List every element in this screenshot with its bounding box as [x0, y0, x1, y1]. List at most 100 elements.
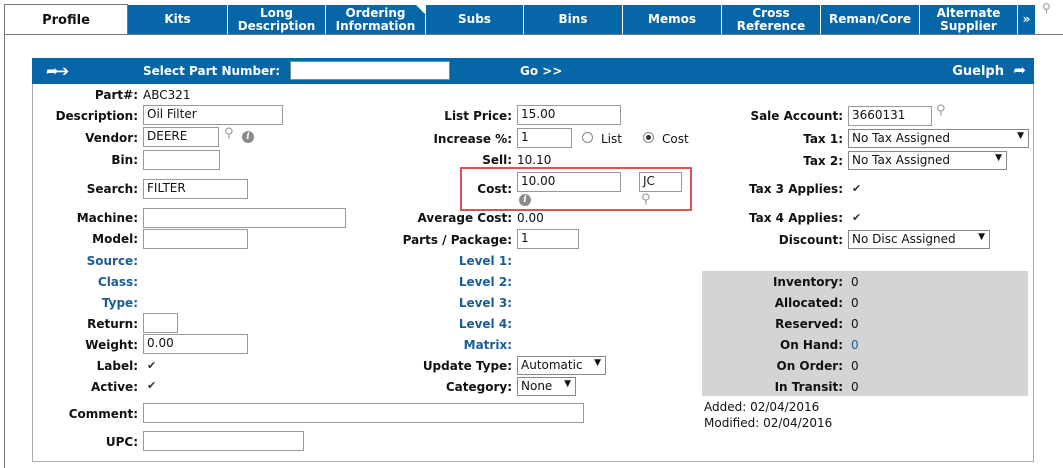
tax-2-select[interactable]: No Tax Assigned ▼ [848, 151, 1007, 170]
tax-3-applies-checkbox[interactable]: ✔ [852, 183, 863, 194]
weight-label: Weight: [85, 338, 138, 352]
tab-kits[interactable]: Kits [128, 5, 228, 34]
category-select[interactable]: None ▼ [517, 377, 576, 396]
cost-input[interactable]: 10.00 [517, 172, 621, 192]
upc-input[interactable] [143, 431, 304, 451]
chevron-down-icon: ▼ [594, 358, 601, 368]
location-label: Guelph [952, 64, 1004, 79]
tab-long-description[interactable]: Long Description [228, 5, 326, 34]
tab-more-button[interactable]: » [1018, 5, 1036, 34]
update-type-selected: Automatic [521, 358, 583, 372]
part-select-bar: ➦➔ Select Part Number: Go >> Guelph ➦ [32, 58, 1034, 84]
machine-input[interactable] [143, 208, 346, 228]
cost-radio-label: Cost [662, 132, 689, 146]
part-number-input[interactable] [290, 61, 450, 80]
parts-per-package-input[interactable]: 1 [517, 229, 579, 249]
level-1-link[interactable]: Level 1: [459, 254, 512, 268]
model-label: Model: [92, 232, 138, 246]
level-3-link[interactable]: Level 3: [459, 296, 512, 310]
location-arrow-icon[interactable]: ➦ [1013, 61, 1026, 79]
return-input[interactable] [143, 313, 178, 333]
level-4-link[interactable]: Level 4: [459, 317, 512, 331]
inventory-label: Inventory: [772, 275, 843, 289]
part-number-label: Part#: [94, 88, 138, 102]
list-price-label: List Price: [444, 109, 512, 123]
vendor-label: Vendor: [85, 131, 138, 145]
modified-date: Modified: 02/04/2016 [704, 416, 833, 430]
cost-info-icon[interactable]: i [519, 194, 531, 206]
tab-profile[interactable]: Profile [4, 4, 128, 35]
tab-label: Profile [42, 12, 90, 28]
cost-radio[interactable] [643, 132, 654, 143]
type-link[interactable]: Type: [102, 296, 138, 310]
tab-label: Subs [458, 12, 491, 26]
cost-label: Cost: [477, 182, 512, 196]
machine-label: Machine: [76, 211, 138, 225]
matrix-link[interactable]: Matrix: [464, 338, 512, 352]
list-radio[interactable] [582, 132, 593, 143]
bin-label: Bin: [111, 153, 138, 167]
chevron-down-icon: ▼ [564, 379, 571, 389]
model-input[interactable] [143, 229, 248, 249]
tab-bins[interactable]: Bins [524, 5, 623, 34]
part-number-value: ABC321 [143, 88, 191, 102]
on-hand-link[interactable]: 0 [851, 338, 859, 352]
upc-label: UPC: [105, 435, 138, 449]
description-input[interactable]: Oil Filter [143, 105, 283, 125]
in-transit-label: In Transit: [774, 380, 843, 394]
go-button[interactable]: Go >> [520, 64, 562, 78]
discount-select[interactable]: No Disc Assigned ▼ [848, 230, 990, 249]
list-price-input[interactable]: 15.00 [517, 105, 621, 125]
search-keyword-input[interactable]: FILTER [143, 179, 248, 199]
tab-cross-reference[interactable]: Cross Reference [722, 5, 821, 34]
label-field-label: Label: [96, 359, 138, 373]
navigation-arrows-icon[interactable]: ➦➔ [46, 62, 69, 80]
update-type-select[interactable]: Automatic ▼ [517, 356, 606, 375]
tab-label-line2: Description [237, 18, 316, 33]
source-link[interactable]: Source: [87, 254, 138, 268]
tab-label-line2: Reference [736, 18, 806, 33]
allocated-label: Allocated: [774, 296, 843, 310]
return-label: Return: [87, 317, 138, 331]
sale-account-label: Sale Account: [750, 109, 843, 123]
tab-label: » [1022, 12, 1031, 26]
tab-subs[interactable]: Subs [426, 5, 524, 34]
tax-1-select[interactable]: No Tax Assigned ▼ [848, 129, 1029, 148]
tab-ordering-information[interactable]: Ordering Information [326, 5, 426, 34]
cost-code-search-icon[interactable]: ⚲ [641, 193, 655, 207]
sale-account-input[interactable]: 3660131 [848, 106, 932, 126]
active-checkbox[interactable]: ✔ [147, 380, 158, 391]
tab-label-line1: Long [259, 5, 294, 20]
category-label: Category: [445, 380, 512, 394]
inventory-panel [702, 271, 1028, 396]
tab-label-line1: Alternate [936, 5, 1001, 20]
reserved-label: Reserved: [775, 317, 843, 331]
weight-input[interactable]: 0.00 [143, 334, 248, 354]
tab-memos[interactable]: Memos [623, 5, 722, 34]
increase-percent-input[interactable]: 1 [517, 128, 572, 148]
sale-account-search-icon[interactable]: ⚲ [936, 104, 950, 118]
inventory-value: 0 [851, 275, 859, 289]
label-checkbox[interactable]: ✔ [147, 360, 158, 371]
search-icon[interactable]: ⚲ [1042, 1, 1056, 15]
cost-code-input[interactable]: JC [639, 172, 682, 192]
vendor-search-icon[interactable]: ⚲ [224, 127, 238, 141]
tax-4-applies-checkbox[interactable]: ✔ [852, 212, 863, 223]
tab-reman-core[interactable]: Reman/Core [821, 5, 920, 34]
parts-per-package-label: Parts / Package: [402, 233, 512, 247]
tax-2-label: Tax 2: [803, 154, 843, 168]
tax-1-selected: No Tax Assigned [852, 131, 951, 145]
comment-input[interactable] [143, 403, 584, 423]
tab-label: Bins [558, 12, 588, 26]
tab-alternate-supplier[interactable]: Alternate Supplier [920, 5, 1018, 34]
vendor-input[interactable]: DEERE [143, 127, 219, 147]
tab-label-line1: Cross [752, 5, 790, 20]
bin-input[interactable] [143, 150, 220, 170]
average-cost-label: Average Cost: [417, 211, 512, 225]
class-link[interactable]: Class: [98, 275, 138, 289]
sell-label: Sell: [482, 153, 512, 167]
sell-value: 10.10 [517, 153, 552, 167]
tax-2-selected: No Tax Assigned [852, 153, 951, 167]
level-2-link[interactable]: Level 2: [459, 275, 512, 289]
vendor-info-icon[interactable]: i [242, 131, 254, 143]
